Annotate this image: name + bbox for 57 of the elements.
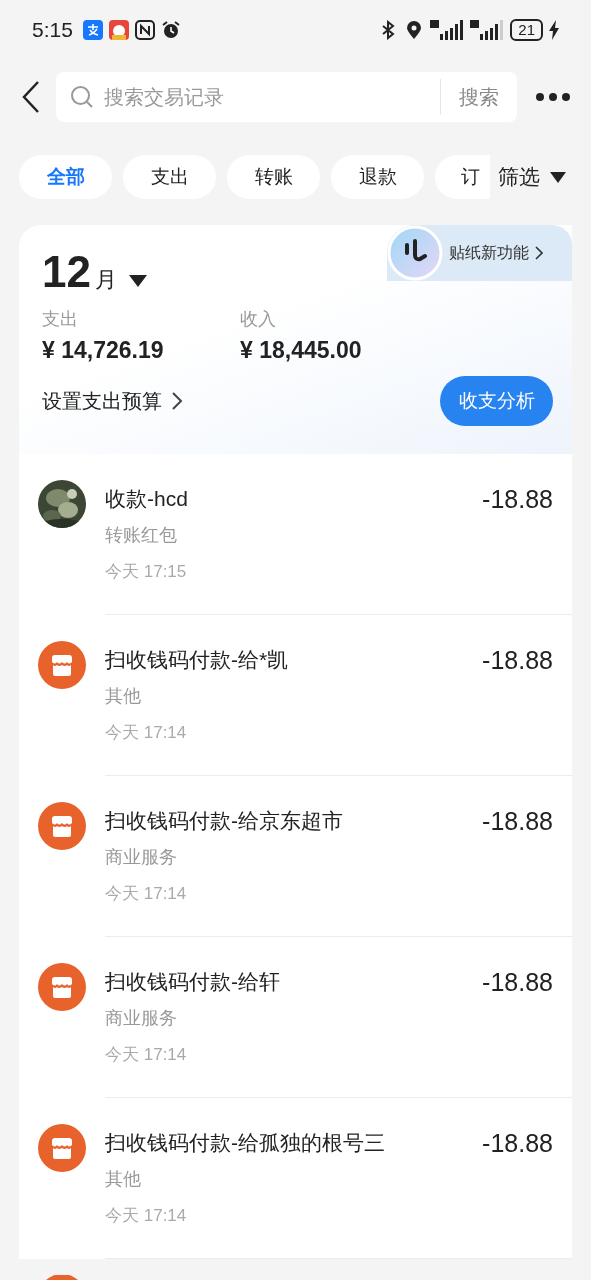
income-amount: ¥ 18,445.00 (240, 337, 363, 364)
month-number[interactable]: 12 (42, 247, 91, 297)
store-icon (38, 1124, 86, 1172)
expense-amount: ¥ 14,726.19 (42, 337, 165, 364)
nfc-icon (134, 20, 155, 40)
app-notification-icon (82, 20, 103, 40)
smiley-icon (387, 225, 443, 281)
app-notification-icon (108, 20, 129, 40)
alarm-icon (160, 20, 181, 40)
search-button[interactable]: 搜索 (440, 79, 517, 115)
transaction-category: 其他 (105, 685, 142, 708)
transaction-title[interactable]: 扫收钱码付款-给孤独的根号三 (105, 1128, 483, 1158)
status-time: 5:15 (32, 18, 73, 42)
signal-icon (470, 20, 505, 40)
transaction-amount: -18.88 (482, 806, 553, 837)
store-icon (38, 963, 86, 1011)
transaction-category: 转账红包 (105, 524, 178, 547)
transaction-time: 今天 17:14 (105, 722, 188, 744)
filter-tab[interactable]: 转账 (227, 155, 320, 199)
battery-level: 21 (510, 19, 543, 41)
search-field[interactable]: 搜索交易记录 搜索 (56, 72, 517, 122)
month-unit[interactable]: 月 (94, 265, 117, 295)
filter-tab[interactable]: 全部 (19, 155, 112, 199)
search-icon (70, 85, 94, 109)
filter-tab[interactable]: 订 (435, 155, 490, 199)
chevron-icon (535, 246, 543, 260)
store-icon (38, 802, 86, 850)
signal-icon (430, 20, 465, 40)
transaction-title[interactable]: 扫收钱码付款-给*凯 (105, 645, 483, 675)
charging-icon (549, 20, 559, 40)
transaction-category: 其他 (105, 1168, 142, 1191)
transaction-time: 今天 17:15 (105, 561, 188, 583)
filter-tab[interactable]: 支出 (123, 155, 216, 199)
transaction-time: 今天 17:14 (105, 1205, 188, 1227)
transaction-category: 商业服务 (105, 1007, 178, 1030)
transaction-amount: -18.88 (482, 967, 553, 998)
transaction-amount: -18.88 (482, 484, 553, 515)
caret-icon (550, 171, 566, 183)
analysis-button[interactable]: 收支分析 (440, 376, 553, 426)
transaction-title[interactable]: 扫收钱码付款-给轩 (105, 967, 483, 997)
transaction-time: 今天 17:14 (105, 883, 188, 905)
budget-link[interactable]: 设置支出预算 (42, 387, 183, 415)
back-icon[interactable] (20, 80, 42, 114)
transaction-amount: -18.88 (482, 645, 553, 676)
income-label: 收入 (240, 308, 277, 331)
filter-tab[interactable]: 退款 (331, 155, 424, 199)
store-icon (38, 641, 86, 689)
transaction-title[interactable]: 扫收钱码付款-给京东超市 (105, 806, 483, 836)
sticker-feature-button[interactable]: 贴纸新功能 (387, 225, 572, 281)
more-icon[interactable] (535, 92, 571, 102)
caret-icon[interactable] (128, 275, 147, 287)
transaction-title[interactable]: 收款-hcd (105, 484, 483, 514)
transaction-amount: -18.88 (482, 1128, 553, 1159)
transaction-time: 今天 17:14 (105, 1044, 188, 1066)
chevron-icon (172, 392, 183, 410)
expense-label: 支出 (42, 308, 79, 331)
transaction-category: 商业服务 (105, 846, 178, 869)
